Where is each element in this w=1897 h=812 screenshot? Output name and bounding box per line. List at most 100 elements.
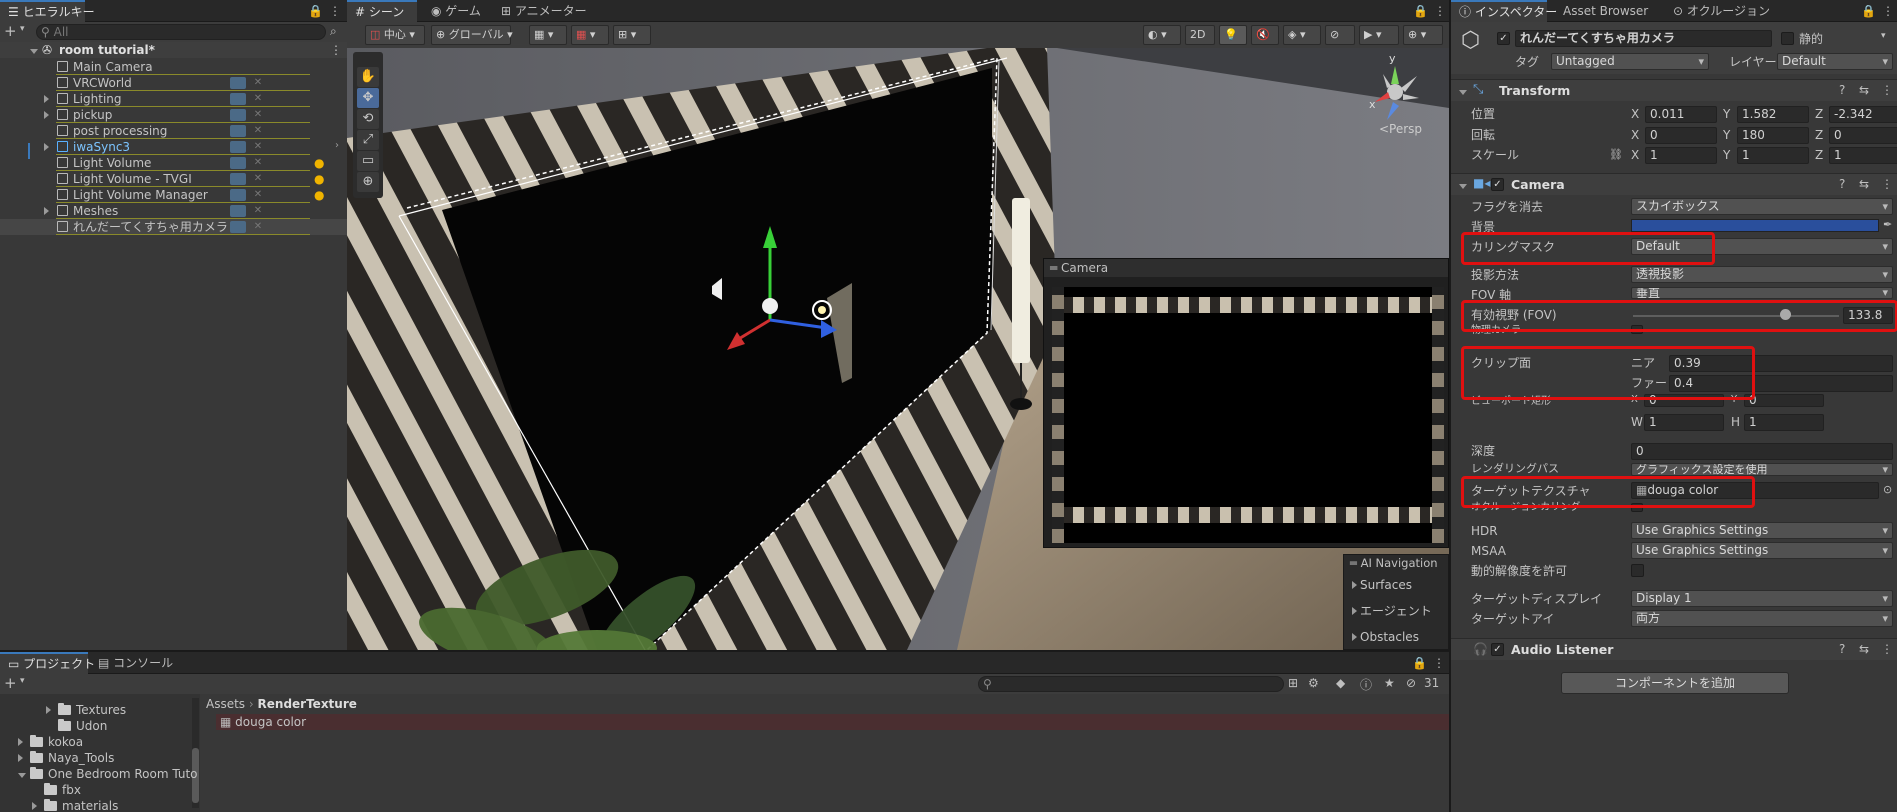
fov-axis-dropdown[interactable]: 垂直 (1631, 287, 1893, 299)
pickable-toggle-icon[interactable]: ✕ (252, 157, 264, 169)
search-by-type-icon[interactable]: ⊞ (1288, 676, 1298, 690)
msaa-dropdown[interactable]: Use Graphics Settings (1631, 542, 1893, 559)
fold-triangle[interactable] (1459, 84, 1470, 98)
fold-triangle[interactable] (1459, 178, 1470, 192)
target-eye-dropdown[interactable]: 両方 (1631, 610, 1893, 627)
expand-triangle[interactable] (18, 766, 29, 782)
filter-icon[interactable]: ⚙ (1308, 676, 1319, 690)
draw-mode-button[interactable]: ◐ ▾ (1143, 25, 1181, 45)
lighting-toggle[interactable]: 💡 (1219, 25, 1247, 45)
folder-tree-item[interactable]: Naya_Tools (0, 750, 190, 766)
camera-enabled-checkbox[interactable]: ✓ (1491, 178, 1504, 191)
transform-tool-icon[interactable]: ⊕ (357, 172, 379, 192)
expand-triangle[interactable] (44, 203, 52, 219)
axis-label-y[interactable]: Y (1723, 106, 1730, 123)
more-icon[interactable]: ⋮ (1434, 4, 1446, 18)
camera-header[interactable]: ■◂ ✓ Camera ? ⇆ ⋮ (1451, 173, 1897, 195)
component-menu-icon[interactable]: ⋮ (1881, 177, 1893, 191)
hierarchy-item[interactable]: Light Volume - TVGI ✕ ● (0, 171, 347, 187)
hierarchy-item[interactable]: れんだーてくすちゃ用カメラ ✕ (0, 219, 347, 235)
lock-icon[interactable]: 🔒 (308, 4, 323, 18)
scale-y-input[interactable]: 1 (1737, 147, 1809, 164)
audio-toggle[interactable]: 🔇 (1251, 25, 1279, 45)
space-dropdown[interactable]: ⊕ グローバル ▾ (431, 25, 513, 45)
visibility-toggle-icon[interactable] (230, 157, 246, 169)
more-icon[interactable]: ⋮ (1433, 656, 1445, 670)
lock-icon[interactable]: 🔒 (1412, 656, 1427, 670)
pickable-toggle-icon[interactable]: ✕ (252, 125, 264, 137)
preset-icon[interactable]: ⇆ (1859, 642, 1869, 656)
tab-game[interactable]: ◉ ゲーム (423, 0, 489, 22)
pos-z-input[interactable]: -2.342 (1829, 106, 1897, 123)
target-display-dropdown[interactable]: Display 1 (1631, 590, 1893, 607)
axis-label-x[interactable]: X (1631, 147, 1639, 164)
viewport-w-input[interactable]: 1 (1644, 414, 1724, 431)
visibility-toggle-icon[interactable] (230, 173, 246, 185)
axis-label-z[interactable]: Z (1815, 106, 1823, 123)
asset-row[interactable]: ▦ douga color (216, 714, 1449, 730)
rot-z-input[interactable]: 0 (1829, 127, 1897, 144)
ai-nav-surfaces[interactable]: Surfaces (1352, 577, 1412, 593)
expand-triangle[interactable] (32, 798, 40, 812)
rotate-tool-icon[interactable]: ⟲ (357, 109, 379, 129)
grid-snap-button[interactable]: ▦ ▾ (529, 25, 567, 45)
eyedropper-icon[interactable]: ✒ (1883, 218, 1892, 231)
expand-triangle[interactable] (44, 91, 52, 107)
help-icon[interactable]: ? (1839, 83, 1845, 97)
lock-icon[interactable]: 🔒 (1861, 4, 1876, 18)
grid-visibility-button[interactable]: ▦ ▾ (571, 25, 609, 45)
gizmos-button[interactable]: ⊕ ▾ (1403, 25, 1443, 45)
ai-nav-obstacles[interactable]: Obstacles (1352, 629, 1419, 645)
pickable-toggle-icon[interactable]: ✕ (252, 77, 264, 89)
tab-project[interactable]: ▭ プロジェクト (0, 652, 95, 674)
add-button[interactable]: + (4, 22, 17, 40)
axis-label-y[interactable]: Y (1723, 127, 1730, 144)
hierarchy-search-input[interactable]: ⚲ All (36, 24, 326, 40)
object-picker-icon[interactable]: ⊙ (1883, 483, 1892, 496)
tab-inspector[interactable]: ⓘ インスペクター (1451, 0, 1557, 22)
layer-dropdown[interactable]: Default (1777, 53, 1893, 70)
axis-label-z[interactable]: Z (1815, 147, 1823, 164)
folder-tree-item[interactable]: fbx (0, 782, 190, 798)
visibility-toggle-icon[interactable] (230, 125, 246, 137)
visibility-toggle-icon[interactable] (230, 77, 246, 89)
pickable-toggle-icon[interactable]: ✕ (252, 173, 264, 185)
hierarchy-item[interactable]: Lighting ✕ (0, 91, 347, 107)
hierarchy-item[interactable]: Light Volume ✕ ● (0, 155, 347, 171)
lock-icon[interactable]: 🔒 (1413, 4, 1428, 18)
expand-triangle[interactable] (30, 42, 41, 58)
dynamic-resolution-checkbox[interactable] (1631, 564, 1644, 577)
more-icon[interactable]: ⋮ (1882, 4, 1894, 18)
active-checkbox[interactable]: ✓ (1497, 32, 1510, 45)
pickable-toggle-icon[interactable]: ✕ (252, 109, 264, 121)
breadcrumb-assets[interactable]: Assets (206, 697, 245, 711)
camera-preview[interactable]: ═ Camera (1043, 258, 1449, 548)
hand-tool-icon[interactable]: ✋ (357, 67, 379, 87)
pickable-toggle-icon[interactable]: ✕ (252, 189, 264, 201)
component-menu-icon[interactable]: ⋮ (1881, 642, 1893, 656)
viewport-y-input[interactable]: 0 (1744, 394, 1824, 407)
folder-tree-item[interactable]: Udon (0, 718, 190, 734)
pickable-toggle-icon[interactable]: ✕ (252, 205, 264, 217)
audio-listener-checkbox[interactable]: ✓ (1491, 643, 1504, 656)
scale-tool-icon[interactable]: ⤢ (357, 130, 379, 150)
visibility-toggle-icon[interactable] (230, 221, 246, 233)
scene-menu-icon[interactable]: ⋮ (330, 42, 342, 58)
axis-label-x[interactable]: X (1631, 106, 1639, 123)
hierarchy-item[interactable]: VRCWorld ✕ (0, 75, 347, 91)
visibility-toggle-icon[interactable] (230, 205, 246, 217)
scene-viewport[interactable]: ✋ ✥ ⟲ ⤢ ▭ ⊕ y x <Persp ═ Camera ═ AI Nav… (347, 48, 1449, 650)
projection-dropdown[interactable]: 透視投影 (1631, 266, 1893, 283)
visibility-toggle-icon[interactable] (230, 141, 246, 153)
info-icon[interactable]: ⓘ (1360, 676, 1372, 693)
tab-hierarchy[interactable]: ☰ ヒエラルキー (0, 0, 95, 22)
audio-listener-header[interactable]: 🎧 ✓ Audio Listener ? ⇆ ⋮ (1451, 638, 1897, 660)
pickable-toggle-icon[interactable]: ✕ (252, 93, 264, 105)
label-icon[interactable]: ◆ (1336, 676, 1345, 690)
hierarchy-item[interactable]: pickup ✕ (0, 107, 347, 123)
background-color-swatch[interactable] (1631, 219, 1879, 232)
tab-animator[interactable]: ⊞ アニメーター (493, 0, 595, 22)
rot-y-input[interactable]: 180 (1737, 127, 1809, 144)
tab-console[interactable]: ▤ コンソール (90, 652, 181, 674)
object-name-input[interactable]: れんだーてくすちゃ用カメラ (1515, 30, 1772, 47)
